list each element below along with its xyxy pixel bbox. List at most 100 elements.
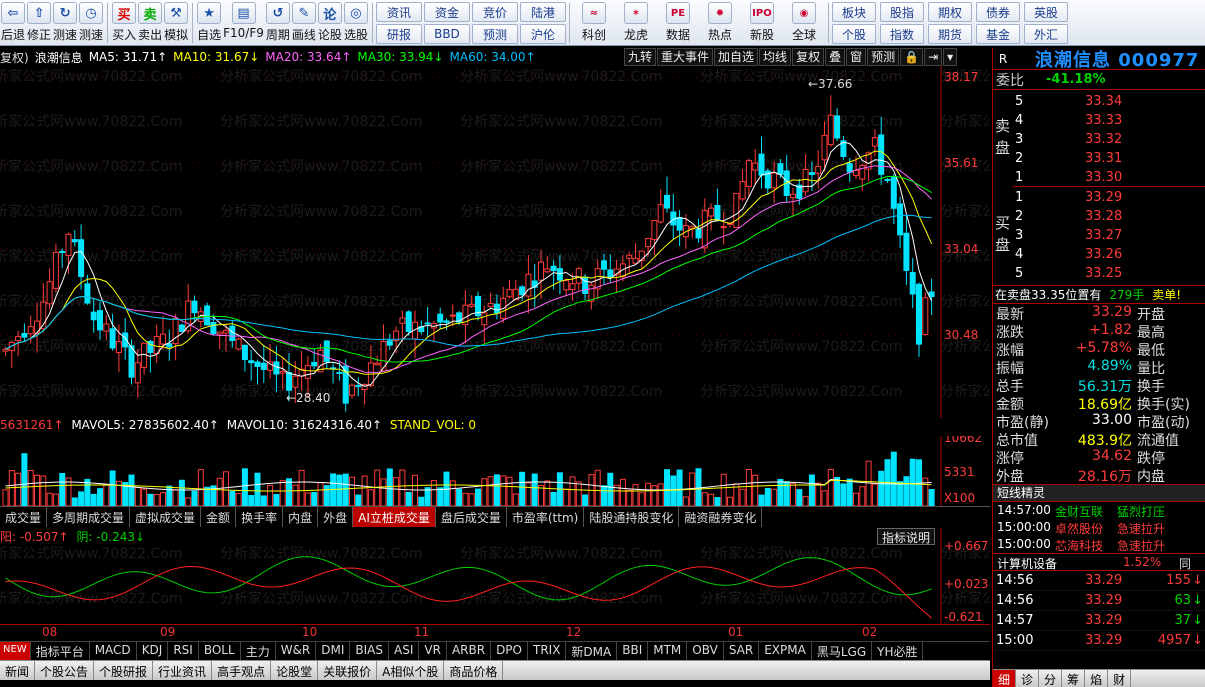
volume-tab-3[interactable]: 金额 <box>201 507 237 527</box>
market-button-7[interactable]: 期货 <box>927 24 972 44</box>
ask-row[interactable]: 2 33.31 <box>993 149 1205 168</box>
indicator-explain-button[interactable]: 指标说明 <box>877 528 936 545</box>
indicator-tab-6[interactable]: 主力 <box>241 642 276 660</box>
indicator-tab-0[interactable]: NEW <box>0 642 31 660</box>
volume-tab-11[interactable]: 融资融券变化 <box>679 507 763 527</box>
chart-tool-6[interactable]: 窗 <box>846 48 867 66</box>
toolbar-button-1[interactable]: ⇧ 修正 <box>27 0 51 44</box>
info-button-5[interactable]: BBD <box>423 24 470 44</box>
indicator-tab-12[interactable]: ARBR <box>447 642 492 660</box>
market-button-5[interactable]: 个股 <box>831 24 876 44</box>
chart-tool-3[interactable]: 均线 <box>759 48 792 66</box>
info-button-2[interactable]: 竞价 <box>471 2 518 22</box>
indicator-tab-16[interactable]: BBI <box>617 642 649 660</box>
info-button-6[interactable]: 预测 <box>471 24 518 44</box>
info-tab-7[interactable]: A相似个股 <box>377 661 445 680</box>
panel-tab-2[interactable]: 分 <box>1039 670 1063 687</box>
short-line-row[interactable]: 15:00:00 卓然股份 急速拉升 <box>993 519 1205 536</box>
ask-row[interactable]: 3 33.32 <box>993 130 1205 149</box>
toolbar-button-5[interactable]: 卖卖出 <box>138 0 162 44</box>
short-line-row[interactable]: 14:57:00 金财互联 猛烈打压 <box>993 502 1205 519</box>
volume-tab-10[interactable]: 陆股通持股变化 <box>584 507 680 527</box>
indicator-chart[interactable]: 分析家公式网www.70822.Com 分析家公式网www.70822.Com 分析… <box>0 528 990 624</box>
toolbar-icon-button-1[interactable]: ✶ 龙虎 <box>616 0 656 44</box>
indicator-tab-3[interactable]: KDJ <box>137 642 169 660</box>
info-button-1[interactable]: 资金 <box>423 2 470 22</box>
bid-row[interactable]: 5 33.25 <box>993 264 1205 283</box>
indicator-tab-18[interactable]: OBV <box>687 642 724 660</box>
indicator-tab-11[interactable]: VR <box>419 642 447 660</box>
indicator-tab-19[interactable]: SAR <box>724 642 760 660</box>
toolbar-button-0[interactable]: ⇦ 后退 <box>1 0 25 44</box>
market-button-3[interactable]: 债券 <box>975 2 1020 22</box>
info-button-0[interactable]: 资讯 <box>375 2 422 22</box>
volume-tab-0[interactable]: 成交量 <box>0 507 48 527</box>
info-tab-1[interactable]: 个股公告 <box>35 661 95 680</box>
indicator-tab-14[interactable]: TRIX <box>528 642 567 660</box>
volume-tab-1[interactable]: 多周期成交量 <box>47 507 131 527</box>
indicator-tab-13[interactable]: DPO <box>491 642 528 660</box>
ask-row[interactable]: 4 33.33 <box>993 111 1205 130</box>
volume-tab-5[interactable]: 内盘 <box>283 507 319 527</box>
chart-tool-8[interactable]: 🔒 <box>900 48 924 66</box>
indicator-tab-22[interactable]: YH必胜 <box>872 642 924 660</box>
chart-tool-5[interactable]: 叠 <box>825 48 846 66</box>
bid-row[interactable]: 4 33.26 <box>993 245 1205 264</box>
info-button-7[interactable]: 沪伦 <box>519 24 566 44</box>
ask-row[interactable]: 1 33.30 <box>993 168 1205 187</box>
info-tab-4[interactable]: 高手观点 <box>212 661 272 680</box>
sector-row[interactable]: 计算机设备 1.52% 同 <box>993 553 1205 571</box>
toolbar-button-8[interactable]: ▤ F10/F9 <box>223 0 264 44</box>
chart-tool-9[interactable]: ⇥ <box>924 48 943 66</box>
market-button-0[interactable]: 板块 <box>831 2 876 22</box>
bid-row[interactable]: 2 33.28 <box>993 207 1205 226</box>
indicator-tab-17[interactable]: MTM <box>648 642 688 660</box>
panel-tab-0[interactable]: 细 <box>993 670 1017 687</box>
volume-chart[interactable]: 10662 5331 X100 <box>0 436 990 506</box>
toolbar-icon-button-5[interactable]: ◉ 全球 <box>784 0 824 44</box>
info-tab-5[interactable]: 论股堂 <box>271 661 319 680</box>
info-button-3[interactable]: 陆港 <box>519 2 566 22</box>
bid-row[interactable]: 3 33.27 <box>993 226 1205 245</box>
toolbar-icon-button-0[interactable]: ≈ 科创 <box>574 0 614 44</box>
info-tab-2[interactable]: 个股研报 <box>94 661 154 680</box>
panel-tab-1[interactable]: 诊 <box>1016 670 1040 687</box>
info-tab-3[interactable]: 行业资讯 <box>153 661 213 680</box>
chart-tool-1[interactable]: 重大事件 <box>657 48 714 66</box>
info-tab-6[interactable]: 关联报价 <box>318 661 378 680</box>
volume-tab-7[interactable]: AI立桩成交量 <box>353 507 436 527</box>
chart-tool-0[interactable]: 九转 <box>624 48 657 66</box>
indicator-tab-7[interactable]: W&R <box>276 642 317 660</box>
toolbar-button-2[interactable]: ↻ 测速 <box>53 0 77 44</box>
volume-tab-4[interactable]: 换手率 <box>236 507 284 527</box>
toolbar-icon-button-3[interactable]: ✹ 热点 <box>700 0 740 44</box>
chart-tool-4[interactable]: 复权 <box>792 48 825 66</box>
info-tab-8[interactable]: 商品价格 <box>444 661 504 680</box>
indicator-tab-10[interactable]: ASI <box>389 642 420 660</box>
toolbar-button-11[interactable]: 论论股 <box>317 0 342 44</box>
indicator-tab-20[interactable]: EXPMA <box>759 642 812 660</box>
indicator-tab-5[interactable]: BOLL <box>199 642 241 660</box>
short-line-row[interactable]: 15:00:00 芯海科技 急速拉升 <box>993 536 1205 553</box>
volume-tab-6[interactable]: 外盘 <box>318 507 354 527</box>
indicator-tab-4[interactable]: RSI <box>168 642 199 660</box>
toolbar-button-12[interactable]: ◎ 选股 <box>343 0 368 44</box>
panel-tab-5[interactable]: 财 <box>1108 670 1132 687</box>
panel-tab-4[interactable]: 焰 <box>1085 670 1109 687</box>
indicator-tab-21[interactable]: 黑马LGG <box>812 642 873 660</box>
market-button-2[interactable]: 期权 <box>927 2 972 22</box>
indicator-tab-8[interactable]: DMI <box>316 642 351 660</box>
info-button-4[interactable]: 研报 <box>375 24 422 44</box>
market-button-4[interactable]: 英股 <box>1023 2 1068 22</box>
volume-tab-8[interactable]: 盘后成交量 <box>436 507 507 527</box>
indicator-tab-2[interactable]: MACD <box>90 642 137 660</box>
ask-row[interactable]: 5 33.34 <box>993 92 1205 111</box>
market-button-9[interactable]: 外汇 <box>1023 24 1068 44</box>
bid-row[interactable]: 1 33.29 <box>993 188 1205 207</box>
toolbar-icon-button-2[interactable]: PE 数据 <box>658 0 698 44</box>
toolbar-icon-button-4[interactable]: IPO 新股 <box>742 0 782 44</box>
chart-tool-10[interactable]: ▾ <box>943 48 958 66</box>
indicator-tab-1[interactable]: 指标平台 <box>31 642 90 660</box>
toolbar-button-9[interactable]: ↺ 周期 <box>265 0 290 44</box>
chart-tool-7[interactable]: 预测 <box>867 48 900 66</box>
